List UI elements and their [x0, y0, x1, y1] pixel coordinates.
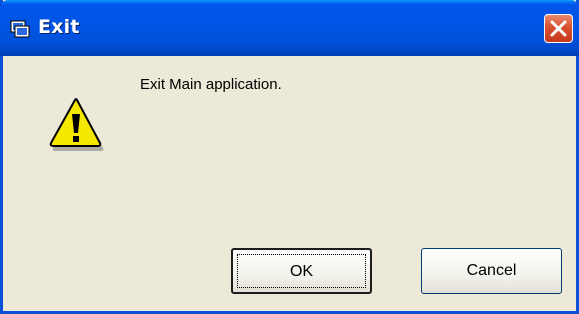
ok-button[interactable]: OK: [231, 248, 372, 294]
cancel-button[interactable]: Cancel: [421, 248, 562, 294]
window-title: Exit: [38, 16, 80, 38]
dialog-message: Exit Main application.: [140, 76, 282, 93]
app-icon: [10, 20, 30, 38]
warning-icon: [45, 96, 107, 154]
cancel-button-label: Cancel: [466, 262, 517, 279]
close-button[interactable]: [544, 14, 573, 43]
ok-button-label: OK: [289, 263, 314, 280]
close-icon: [550, 20, 567, 37]
exit-dialog-window: Exit Exit Main application. OK Cancel: [0, 0, 579, 314]
title-bar[interactable]: Exit: [0, 0, 579, 56]
